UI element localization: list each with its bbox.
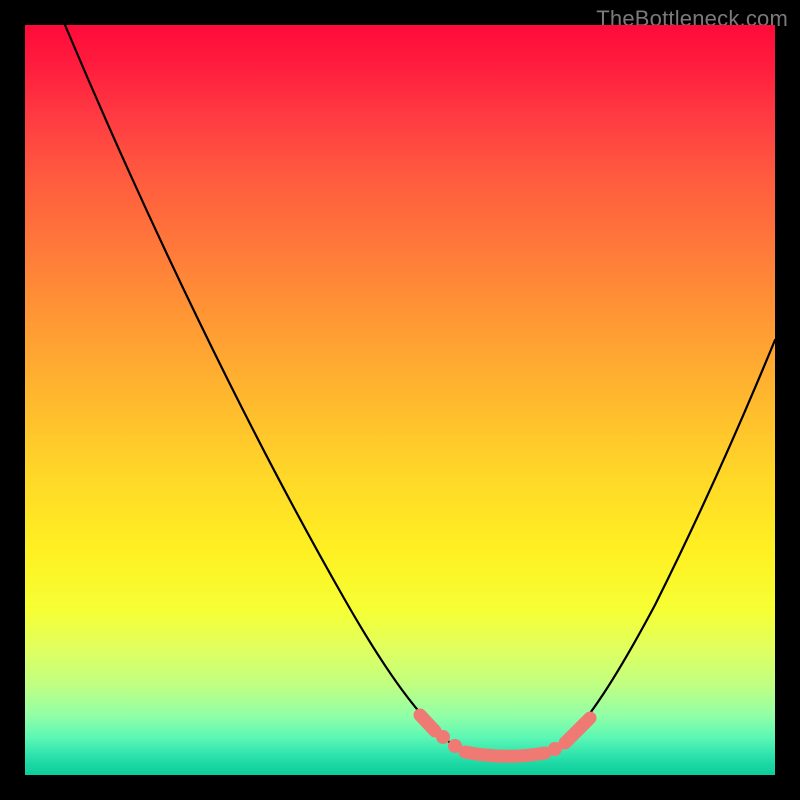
- highlight-dot-2: [448, 739, 462, 753]
- highlight-seg-left: [420, 715, 435, 731]
- highlight-seg-right: [565, 718, 590, 743]
- bottleneck-curve: [65, 25, 775, 758]
- chart-svg: [25, 25, 775, 775]
- chart-frame: TheBottleneck.com: [0, 0, 800, 800]
- plot-area: [25, 25, 775, 775]
- highlight-dot-1: [436, 730, 450, 744]
- highlight-seg-floor: [465, 752, 545, 756]
- highlight-dot-3: [548, 742, 562, 756]
